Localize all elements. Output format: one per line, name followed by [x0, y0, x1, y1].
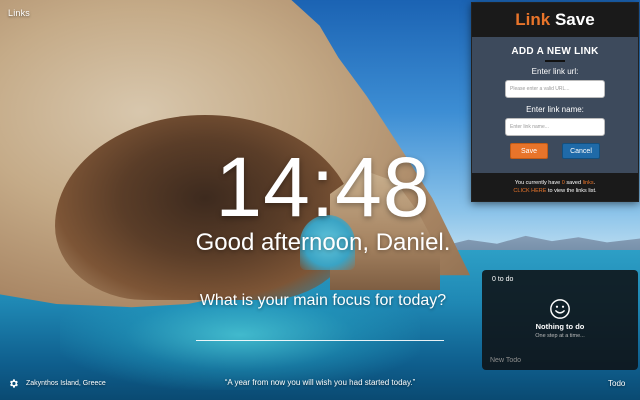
popup-header: Link Save	[472, 3, 638, 37]
greeting: Good afternoon, Daniel.	[195, 229, 451, 256]
focus-input[interactable]	[196, 340, 444, 341]
url-input[interactable]	[505, 80, 605, 98]
name-label: Enter link name:	[526, 105, 584, 114]
focus-question: What is your main focus for today?	[199, 292, 447, 309]
name-input[interactable]	[505, 118, 605, 136]
button-row: Save Cancel	[472, 143, 638, 159]
todo-panel: 0 to do Nothing to do One step at a time…	[482, 270, 638, 370]
cancel-button[interactable]: Cancel	[562, 143, 600, 159]
link-save-popup: Link Save ADD A NEW LINK Enter link url:…	[471, 2, 639, 202]
footer-line2-rest: to view the links list.	[546, 188, 597, 194]
footer-end: .	[593, 180, 596, 186]
new-todo-input[interactable]	[490, 354, 630, 366]
click-here-link[interactable]: CLICK HERE	[513, 188, 546, 194]
daily-quote: “A year from now you will wish you had s…	[224, 378, 416, 387]
gear-icon[interactable]	[8, 378, 19, 389]
clock: 14:48	[215, 140, 431, 234]
url-label: Enter link url:	[531, 67, 579, 76]
add-link-title: ADD A NEW LINK	[511, 46, 599, 57]
brand-save: Save	[550, 10, 595, 29]
view-links-line: CLICK HERE to view the links list.	[472, 187, 638, 195]
smiley-icon	[550, 299, 570, 319]
saved-count-line: You currently have 0 saved links.	[472, 179, 638, 187]
links-word: links	[582, 180, 594, 186]
todo-empty-subtitle: One step at a time...	[535, 333, 585, 339]
footer-prefix: You currently have	[514, 180, 562, 186]
links-button[interactable]: Links	[8, 8, 30, 18]
title-divider	[545, 60, 565, 62]
todo-count: 0 to do	[492, 276, 514, 283]
todo-empty-title: Nothing to do	[535, 322, 585, 331]
save-button[interactable]: Save	[510, 143, 548, 159]
brand-link: Link	[515, 10, 551, 29]
footer-mid: saved	[564, 180, 583, 186]
popup-footer: You currently have 0 saved links. CLICK …	[472, 173, 638, 201]
photo-location[interactable]: Zakynthos Island, Greece	[26, 378, 106, 389]
todo-toggle-button[interactable]: Todo	[608, 378, 625, 390]
